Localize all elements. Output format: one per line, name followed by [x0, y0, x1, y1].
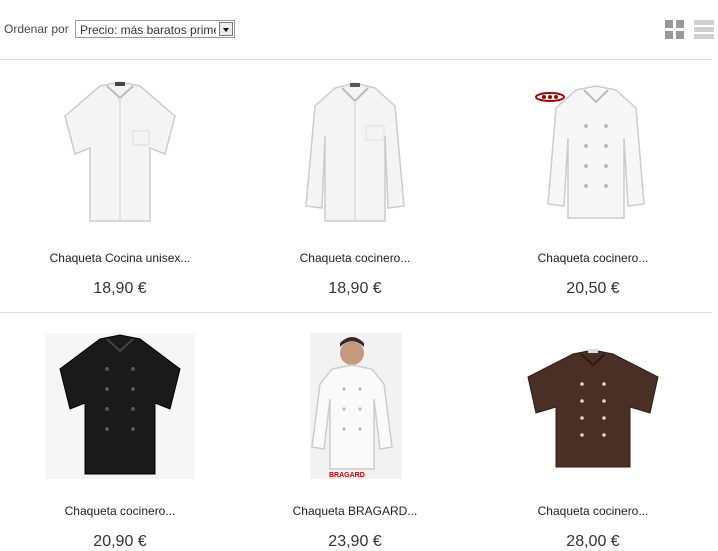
sort-toolbar: Ordenar por Precio: más baratos primero: [0, 0, 718, 60]
sort-label: Ordenar por: [4, 22, 69, 36]
product-price: 28,00 €: [566, 533, 620, 550]
list-view-icon[interactable]: [694, 20, 714, 39]
product-price: 18,90 €: [328, 280, 382, 297]
product-image[interactable]: [1, 76, 239, 226]
divider: [0, 59, 712, 60]
product-name[interactable]: Chaqueta BRAGARD...: [236, 504, 474, 518]
sort-select-value: Precio: más baratos primero: [80, 23, 216, 37]
product-price: 20,90 €: [93, 533, 147, 550]
product-image[interactable]: BRAGARD: [236, 329, 474, 479]
sort-select[interactable]: Precio: más baratos primero: [75, 20, 235, 38]
product-name[interactable]: Chaqueta Cocina unisex...: [1, 251, 239, 265]
brand-mark: BRAGARD: [329, 472, 365, 479]
product-name[interactable]: Chaqueta cocinero...: [474, 504, 712, 518]
product-image[interactable]: [474, 76, 712, 226]
product-price: 20,50 €: [566, 280, 620, 297]
product-price: 18,90 €: [93, 280, 147, 297]
divider: [0, 312, 712, 313]
product-image[interactable]: [1, 329, 239, 479]
chevron-down-icon: [219, 22, 233, 36]
product-name[interactable]: Chaqueta cocinero...: [236, 251, 474, 265]
brand-logo-icon: [535, 92, 565, 102]
product-image[interactable]: [474, 329, 712, 479]
product-name[interactable]: Chaqueta cocinero...: [1, 504, 239, 518]
grid-view-icon[interactable]: [665, 20, 685, 39]
product-price: 23,90 €: [328, 533, 382, 550]
product-image[interactable]: [236, 76, 474, 226]
product-name[interactable]: Chaqueta cocinero...: [474, 251, 712, 265]
